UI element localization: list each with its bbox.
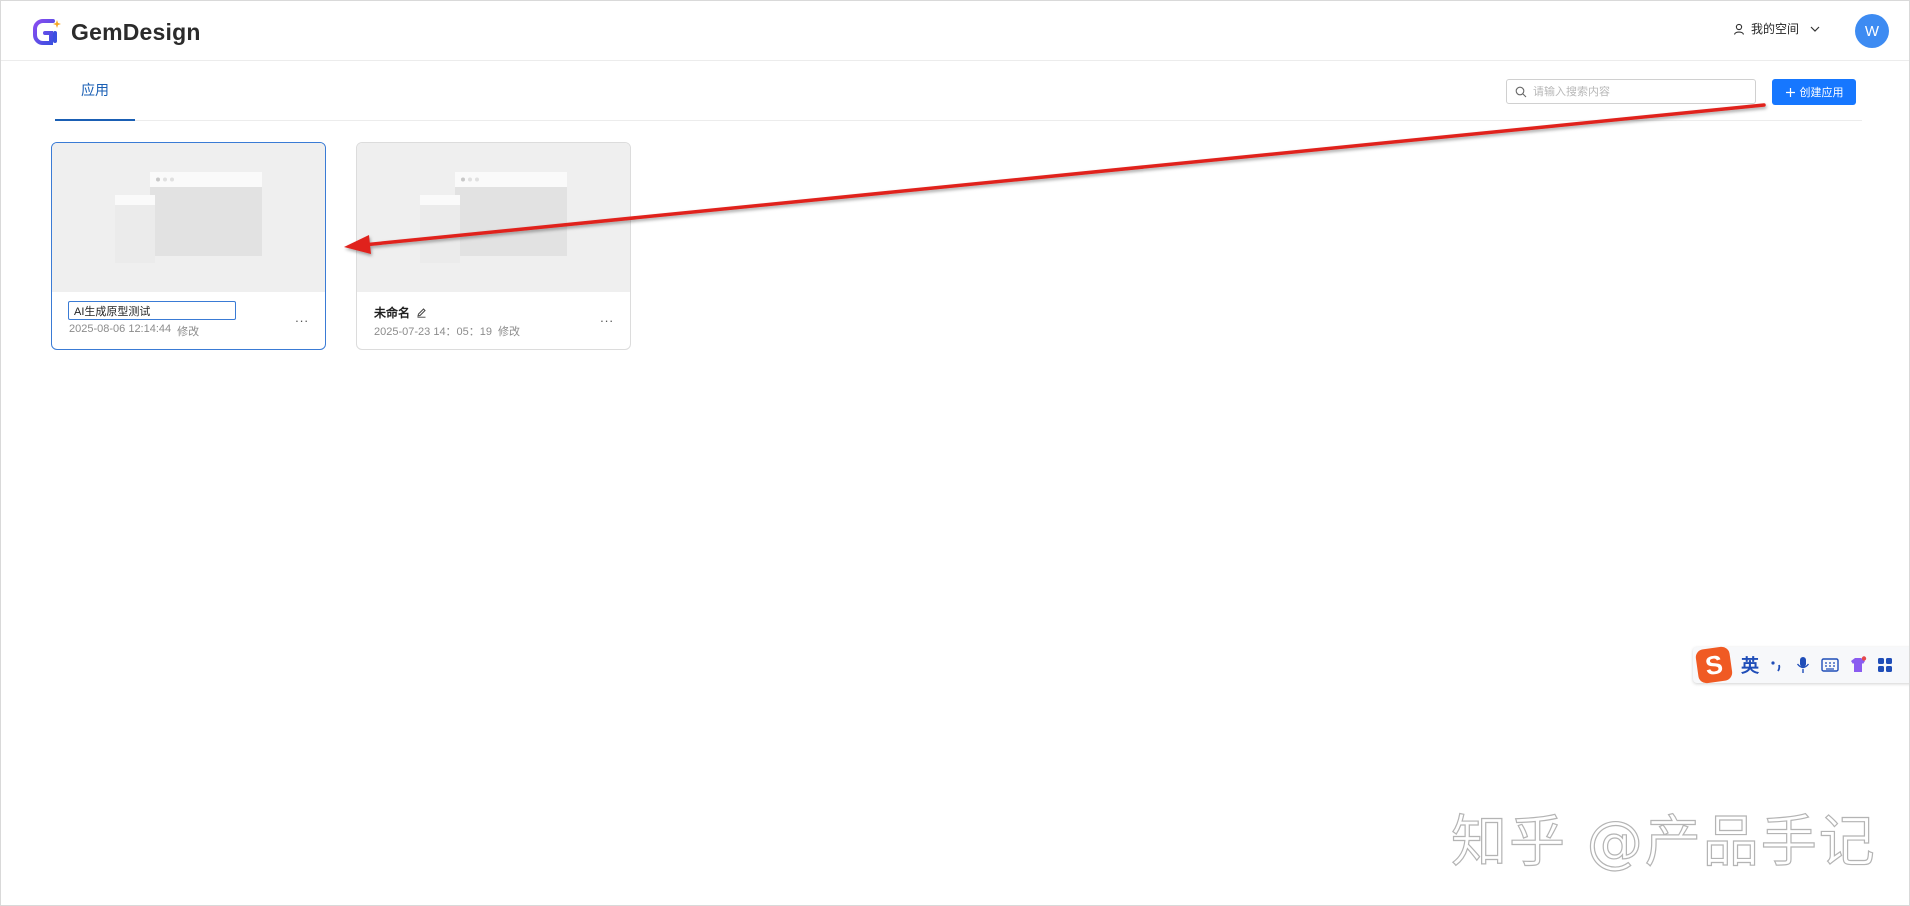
card-footer: 未命名 2025-07-23 14：05：19 修改 ... bbox=[357, 292, 630, 349]
card-meta: 2025-07-23 14：05：19 修改 bbox=[374, 323, 520, 339]
app-thumbnail bbox=[52, 143, 325, 292]
edit-pencil-icon[interactable] bbox=[416, 307, 427, 318]
modified-date: 2025-07-23 14：05：19 bbox=[374, 326, 493, 338]
avatar[interactable]: W bbox=[1855, 14, 1889, 48]
watermark: 知乎 @产品手记 bbox=[1450, 809, 1877, 875]
modified-label: 修改 bbox=[498, 326, 521, 338]
tab-apps[interactable]: 应用 bbox=[55, 61, 135, 121]
app-name-text: 未命名 bbox=[374, 306, 411, 320]
app-window: GemDesign 我的空间 W 应用 请输入搜索内容 创建应用 AI生成原型测… bbox=[0, 0, 1910, 906]
app-name: GemDesign bbox=[71, 18, 201, 45]
sogou-logo-icon[interactable]: S bbox=[1694, 645, 1734, 685]
space-switcher[interactable]: 我的空间 bbox=[1733, 20, 1821, 37]
card-footer: 2025-08-06 12:14:44 修改 ... bbox=[52, 292, 325, 349]
wireframe-preview-icon bbox=[115, 172, 262, 263]
app-card[interactable]: 2025-08-06 12:14:44 修改 ... bbox=[51, 142, 326, 350]
ime-language-toggle[interactable]: 英 bbox=[1741, 652, 1759, 678]
create-app-label: 创建应用 bbox=[1799, 87, 1844, 99]
gemdesign-logo-icon bbox=[33, 19, 61, 45]
chevron-down-icon bbox=[1810, 26, 1820, 32]
search-box[interactable] bbox=[1506, 79, 1756, 104]
create-app-button[interactable]: 创建应用 bbox=[1772, 79, 1856, 105]
app-thumbnail bbox=[357, 143, 630, 292]
keyboard-icon[interactable] bbox=[1821, 658, 1839, 672]
user-icon bbox=[1733, 23, 1745, 35]
skin-icon[interactable] bbox=[1849, 656, 1867, 674]
more-options-button[interactable]: ... bbox=[295, 310, 309, 325]
app-card[interactable]: 未命名 2025-07-23 14：05：19 修改 ... bbox=[356, 142, 631, 350]
search-icon bbox=[1515, 86, 1527, 97]
apps-icon[interactable] bbox=[1877, 657, 1893, 673]
app-name-label: 未命名 bbox=[374, 304, 427, 321]
more-options-button[interactable]: ... bbox=[600, 310, 614, 325]
plus-icon bbox=[1785, 87, 1795, 97]
punctuation-icon[interactable] bbox=[1769, 657, 1785, 673]
modified-date: 2025-08-06 12:14:44 bbox=[69, 323, 172, 335]
modified-label: 修改 bbox=[177, 326, 200, 338]
search-input[interactable] bbox=[1533, 85, 1733, 98]
ime-toolbar[interactable]: S 英 bbox=[1693, 645, 1909, 685]
app-name-input[interactable] bbox=[68, 301, 236, 320]
wireframe-preview-icon bbox=[420, 172, 567, 263]
top-header: GemDesign 我的空间 W bbox=[1, 1, 1909, 61]
space-label: 我的空间 bbox=[1750, 22, 1799, 36]
toolbar: 应用 创建应用 bbox=[55, 61, 1862, 121]
logo[interactable]: GemDesign bbox=[33, 17, 201, 47]
microphone-icon[interactable] bbox=[1795, 656, 1811, 674]
card-meta: 2025-08-06 12:14:44 修改 bbox=[69, 323, 199, 339]
annotation-arrow bbox=[344, 103, 1766, 254]
